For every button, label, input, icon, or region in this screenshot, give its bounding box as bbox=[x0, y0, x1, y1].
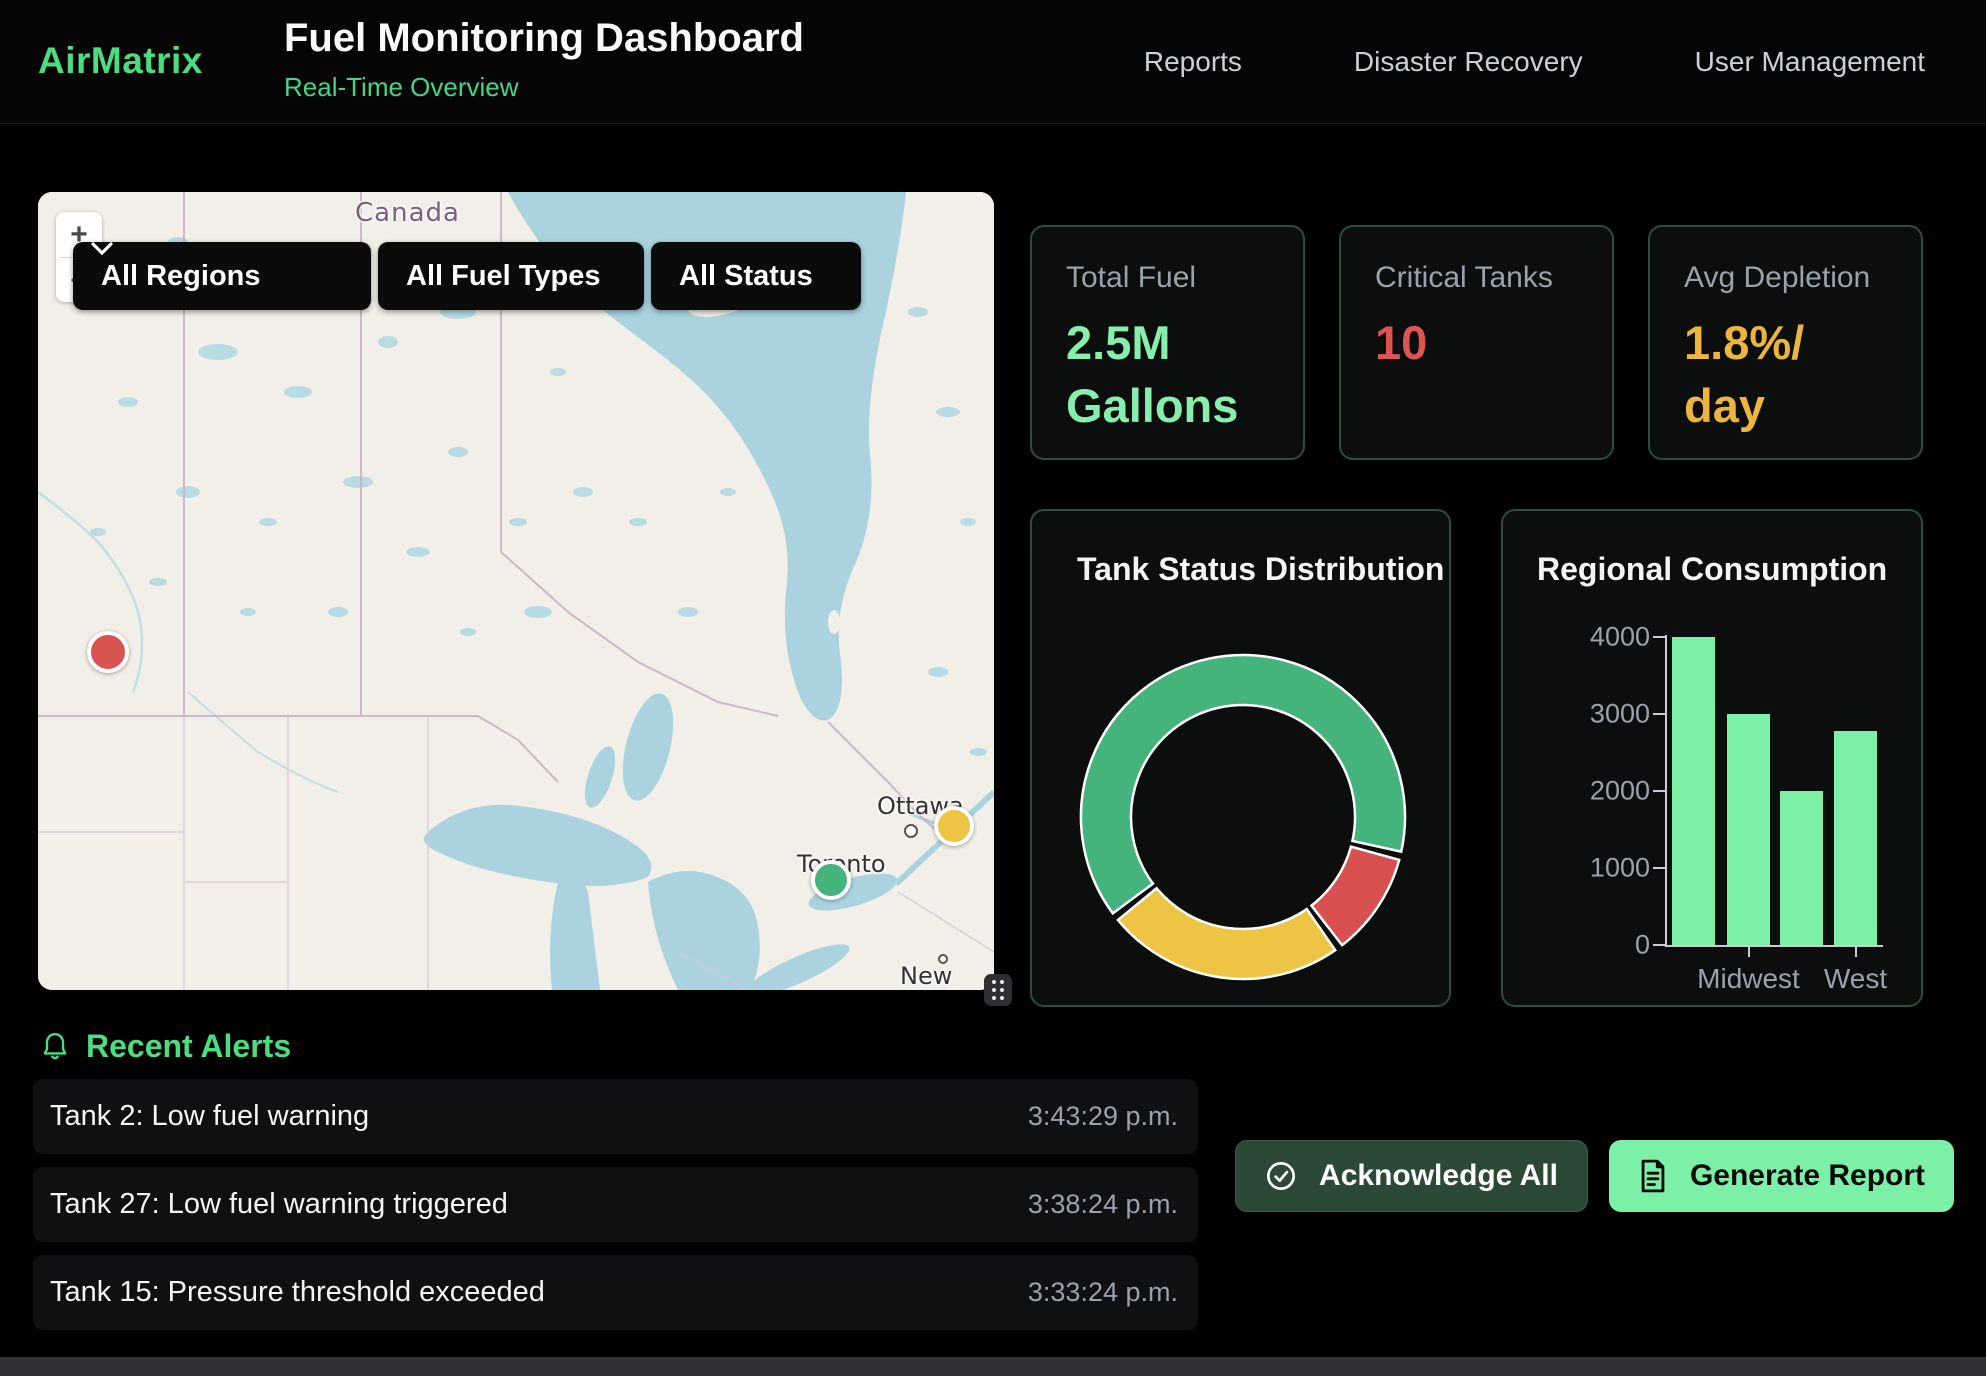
main-nav: Reports Disaster Recovery User Managemen… bbox=[1144, 0, 1925, 123]
fuel-type-filter-value: All Fuel Types bbox=[406, 260, 600, 293]
region-filter-select[interactable]: All Regions bbox=[73, 242, 371, 310]
page-subtitle: Real-Time Overview bbox=[284, 72, 519, 103]
generate-report-button[interactable]: Generate Report bbox=[1609, 1140, 1954, 1212]
stat-label: Critical Tanks bbox=[1375, 261, 1553, 295]
check-circle-icon bbox=[1265, 1160, 1297, 1192]
stat-label: Avg Depletion bbox=[1684, 261, 1870, 295]
map-filter-bar: All Regions All Fuel Types All Status bbox=[73, 242, 861, 310]
alert-text: Tank 2: Low fuel warning bbox=[50, 1100, 369, 1133]
new-york-town-dot bbox=[938, 954, 948, 964]
alert-text: Tank 15: Pressure threshold exceeded bbox=[50, 1276, 545, 1309]
alert-row[interactable]: Tank 15: Pressure threshold exceeded 3:3… bbox=[33, 1255, 1198, 1330]
regional-consumption-chart-card: Regional Consumption 01000200030004000Mi… bbox=[1501, 509, 1923, 1007]
y-axis-line bbox=[1665, 635, 1667, 947]
bar-midwest bbox=[1727, 714, 1770, 945]
status-filter-value: All Status bbox=[679, 260, 813, 293]
region-filter-value: All Regions bbox=[101, 260, 261, 293]
report-document-icon bbox=[1638, 1159, 1668, 1193]
stat-card-avg-depletion: Avg Depletion 1.8%/day bbox=[1648, 225, 1923, 460]
alert-timestamp: 3:38:24 p.m. bbox=[1028, 1189, 1178, 1220]
y-tick-label: 2000 bbox=[1530, 776, 1650, 807]
stat-value: 1.8%/day bbox=[1684, 311, 1804, 438]
map-label-canada: Canada bbox=[355, 198, 460, 228]
chart-title: Tank Status Distribution bbox=[1077, 551, 1444, 588]
recent-alerts-header: Recent Alerts bbox=[42, 1028, 291, 1065]
status-filter-select[interactable]: All Status bbox=[651, 242, 861, 310]
donut-segment-warning bbox=[1118, 888, 1335, 979]
alert-text: Tank 27: Low fuel warning triggered bbox=[50, 1188, 508, 1221]
y-tick-label: 4000 bbox=[1530, 622, 1650, 653]
y-tick-label: 3000 bbox=[1530, 699, 1650, 730]
donut-segment-critical bbox=[1311, 847, 1399, 946]
stat-card-critical-tanks: Critical Tanks 10 bbox=[1339, 225, 1614, 460]
chevron-down-icon bbox=[91, 242, 113, 256]
page-title: Fuel Monitoring Dashboard bbox=[284, 16, 804, 61]
acknowledge-all-label: Acknowledge All bbox=[1319, 1159, 1558, 1193]
nav-item-disaster-recovery[interactable]: Disaster Recovery bbox=[1354, 46, 1583, 78]
map-label-new-york: New York bbox=[900, 962, 994, 990]
stat-label: Total Fuel bbox=[1066, 261, 1196, 295]
recent-alerts-title: Recent Alerts bbox=[86, 1028, 291, 1065]
bar-region-1 bbox=[1672, 637, 1715, 945]
normal-tank-marker[interactable] bbox=[811, 860, 851, 900]
bell-icon bbox=[42, 1032, 68, 1062]
y-tick-label: 0 bbox=[1530, 930, 1650, 961]
tank-status-chart-card: Tank Status Distribution bbox=[1030, 509, 1451, 1007]
generate-report-label: Generate Report bbox=[1690, 1159, 1925, 1193]
x-tick-label: West bbox=[1824, 963, 1887, 995]
bar-west bbox=[1834, 731, 1877, 945]
x-axis-line bbox=[1665, 945, 1883, 947]
alert-row[interactable]: Tank 27: Low fuel warning triggered 3:38… bbox=[33, 1167, 1198, 1242]
app-logo: AirMatrix bbox=[38, 40, 203, 82]
stat-value: 2.5MGallons bbox=[1066, 311, 1238, 438]
alert-timestamp: 3:43:29 p.m. bbox=[1028, 1101, 1178, 1132]
map-resize-handle[interactable] bbox=[984, 974, 1012, 1006]
stat-card-total-fuel: Total Fuel 2.5MGallons bbox=[1030, 225, 1305, 460]
warning-tank-marker[interactable] bbox=[934, 806, 974, 846]
alert-row[interactable]: Tank 2: Low fuel warning 3:43:29 p.m. bbox=[33, 1079, 1198, 1154]
bar-region-3 bbox=[1780, 791, 1823, 945]
nav-item-reports[interactable]: Reports bbox=[1144, 46, 1242, 78]
y-tick-label: 1000 bbox=[1530, 853, 1650, 884]
top-header: AirMatrix Fuel Monitoring Dashboard Real… bbox=[0, 0, 1986, 124]
x-tick-label: Midwest bbox=[1697, 963, 1800, 995]
regional-consumption-bar-chart: 0 1000 2000 3000 4000 Midwest West bbox=[1503, 511, 1925, 1009]
critical-tank-marker[interactable] bbox=[87, 631, 129, 673]
fuel-type-filter-select[interactable]: All Fuel Types bbox=[378, 242, 644, 310]
alert-timestamp: 3:33:24 p.m. bbox=[1028, 1277, 1178, 1308]
stat-value: 10 bbox=[1375, 311, 1427, 374]
ottawa-town-dot bbox=[904, 824, 918, 838]
fuel-sites-map[interactable]: Canada Ottawa Toronto New York + − All R… bbox=[38, 192, 994, 990]
acknowledge-all-button[interactable]: Acknowledge All bbox=[1235, 1140, 1588, 1212]
nav-item-user-management[interactable]: User Management bbox=[1695, 46, 1925, 78]
horizontal-scrollbar[interactable] bbox=[0, 1357, 1986, 1376]
